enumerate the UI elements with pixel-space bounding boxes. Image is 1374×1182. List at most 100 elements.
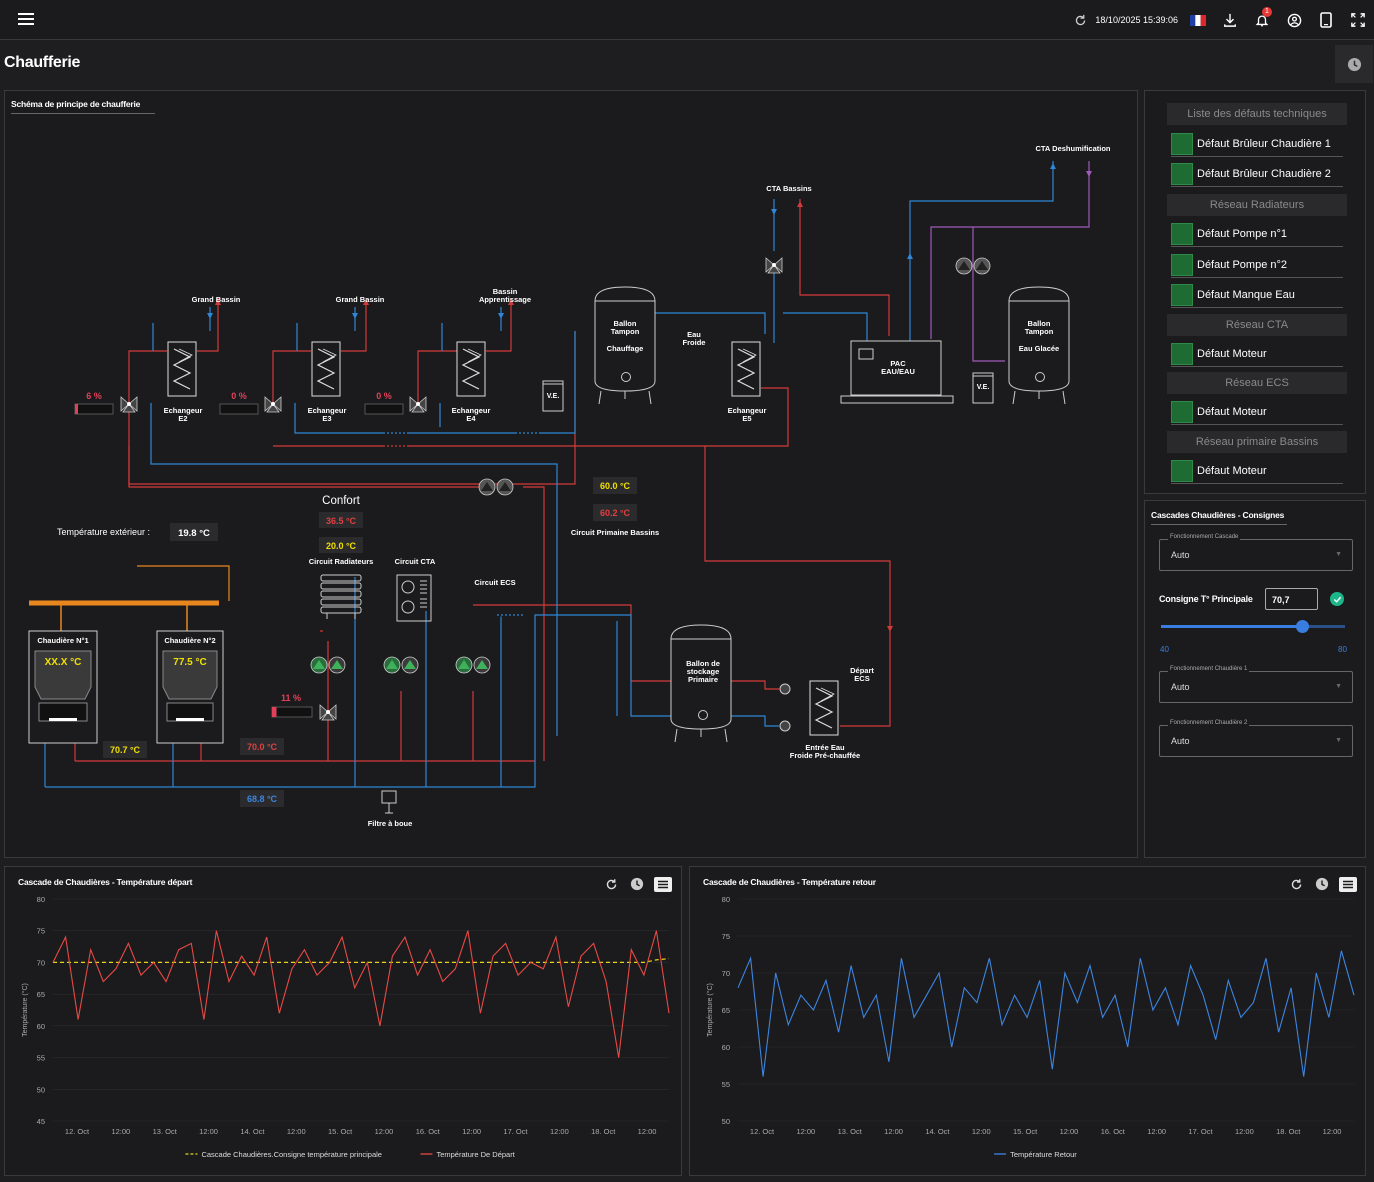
echangeur-e5[interactable] [731,341,761,397]
value-temp-ext: 19.8 °C [178,528,210,539]
x-tick-label: 15. Oct [1013,1127,1038,1136]
x-tick-label: 16. Oct [1101,1127,1126,1136]
section-header: Réseau CTA [1167,314,1347,336]
vanne-cta-bassins[interactable] [765,257,783,274]
chart-retour: 80 75 70 65 60 55 50 Température (°C) 12. Oct 12:… [706,895,1355,1159]
consigne-input[interactable]: 70,7 [1265,588,1318,610]
filtre-a-boue [381,790,397,814]
fault-label: Défaut Brûleur Chaudière 2 [1197,167,1331,180]
y-tick-label: 75 [37,927,45,936]
pump-ecs[interactable] [455,656,491,674]
x-tick-label: 16. Oct [416,1127,441,1136]
x-tick-label: 18. Oct [1276,1127,1301,1136]
label-confort: Confort [322,495,361,507]
check-icon[interactable] [1330,592,1344,606]
label-grand-bassin-1: Grand Bassin [192,295,241,304]
label-circuit-ecs: Circuit ECS [474,578,515,587]
label-circuit-primaire-bassins: Circuit Primaine Bassins [571,528,659,537]
status-led [1171,459,1193,482]
download-icon[interactable] [1214,0,1246,40]
x-tick-label: 18. Oct [591,1127,616,1136]
confort-yellow-value: 20.0 °C [319,537,363,553]
echangeur-e2[interactable] [167,341,197,397]
fullscreen-icon[interactable] [1342,0,1374,40]
bar-vanne-e3 [219,403,259,415]
label-primaire: Primaire [688,675,718,684]
ballon-stockage-primaire[interactable]: Ballon de stockage Primaire [670,624,732,743]
value-vanne-rad: 11 % [281,693,301,703]
menu-icon[interactable] [14,10,38,30]
bar-vanne-e4 [364,403,404,415]
refresh-icon[interactable] [1069,0,1091,40]
y-tick-label: 80 [722,895,730,904]
echangeur-ecs[interactable] [809,680,839,736]
section-header: Réseau Radiateurs [1167,194,1347,216]
x-tick-label: 17. Oct [503,1127,528,1136]
status-led [1171,222,1193,245]
depart-yellow-value: 70.7 °C [103,741,147,758]
chaudiere-2[interactable]: Chaudière N°2 77.5 °C [156,630,224,744]
value-confort-yellow: 20.0 °C [326,541,357,551]
x-tick-label: 12. Oct [65,1127,90,1136]
pump-cta[interactable] [383,656,419,674]
value-bassins-red: 60.2 °C [600,508,631,518]
chaudiere-1[interactable]: Chaudière N°1 XX.X °C [28,630,98,744]
echangeur-e3[interactable] [311,341,341,397]
france-flag-icon[interactable] [1182,0,1214,40]
x-tick-label: 12:00 [462,1127,481,1136]
label-grand-bassin-2: Grand Bassin [336,295,385,304]
label-tampon-eg: Tampon [1025,327,1054,336]
status-led [1171,253,1193,276]
label-chaudiere-2: Chaudière N°2 [164,636,215,645]
echangeur-e4[interactable] [456,341,486,397]
history-button[interactable] [1335,45,1373,83]
fault-row: Défaut Brûleur Chaudière 1 [1171,131,1343,157]
select-fonct-chaudiere-1[interactable]: Fonctionnement Chaudière 1 Auto ▼ [1159,666,1353,703]
legend-label: Température Retour [1010,1150,1077,1159]
status-led [1171,132,1193,155]
chart-depart-panel: Cascade de Chaudières - Température dépa… [4,866,682,1176]
tablet-icon[interactable] [1310,0,1342,40]
label-eau-eau: EAU/EAU [881,367,915,376]
ballon-eau-glacee[interactable]: Ballon Tampon Eau Glacée [1008,286,1070,405]
fault-label: Défaut Moteur [1197,464,1267,477]
x-tick-label: 12:00 [884,1127,903,1136]
retour-blue-value: 68.8 °C [240,790,284,807]
select-fonct-cascade[interactable]: Fonctionnement Cascade Auto ▼ [1159,534,1353,571]
cascade-title: Cascades Chaudières - Consignes [1151,510,1287,525]
value-retour-blue: 68.8 °C [247,794,278,804]
y-tick-label: 55 [37,1054,45,1063]
x-tick-label: 14. Oct [240,1127,265,1136]
notifications-icon[interactable]: 1 [1246,0,1278,40]
status-led [1171,400,1193,423]
value-bassins-yellow: 60.0 °C [600,481,631,491]
vase-expansion-2: V.E. [972,372,994,404]
label-ve-2: V.E. [977,384,990,391]
x-tick-label: 12:00 [972,1127,991,1136]
ballon-tampon-chauffage[interactable]: Ballon Tampon Chauffage [594,286,656,405]
y-tick-label: 75 [722,932,730,941]
fault-row: Défaut Moteur [1171,399,1343,425]
fault-row: Défaut Moteur [1171,341,1343,367]
status-led [1171,283,1193,306]
clock-icon [1347,57,1361,71]
chevron-down-icon: ▼ [1335,683,1342,690]
select-fonct-chaudiere-2[interactable]: Fonctionnement Chaudière 2 Auto ▼ [1159,720,1353,757]
pac-eau-eau[interactable]: PAC EAU/EAU [840,340,954,404]
value-vanne-e4: 0 % [376,391,392,401]
y-tick-label: 80 [37,895,45,904]
y-axis-label: Température (°C) [21,983,29,1037]
clapet-ecs-2 [779,720,791,732]
slider-track[interactable] [1161,620,1345,633]
page-title: Chaufferie [4,54,81,71]
x-tick-label: 12:00 [1235,1127,1254,1136]
slider-thumb[interactable] [1296,620,1310,633]
label-temp-ext: Température extérieur : [57,527,150,537]
pump-primaire-bassins[interactable] [478,478,514,496]
fault-label: Défaut Brûleur Chaudière 1 [1197,137,1331,150]
y-tick-label: 60 [37,1022,45,1031]
account-icon[interactable] [1278,0,1310,40]
label-tampon: Tampon [611,327,640,336]
fault-row: Défaut Moteur [1171,458,1343,484]
heating-schematic: Grand Bassin Grand Bassin Bassin Apprent… [28,144,1111,828]
